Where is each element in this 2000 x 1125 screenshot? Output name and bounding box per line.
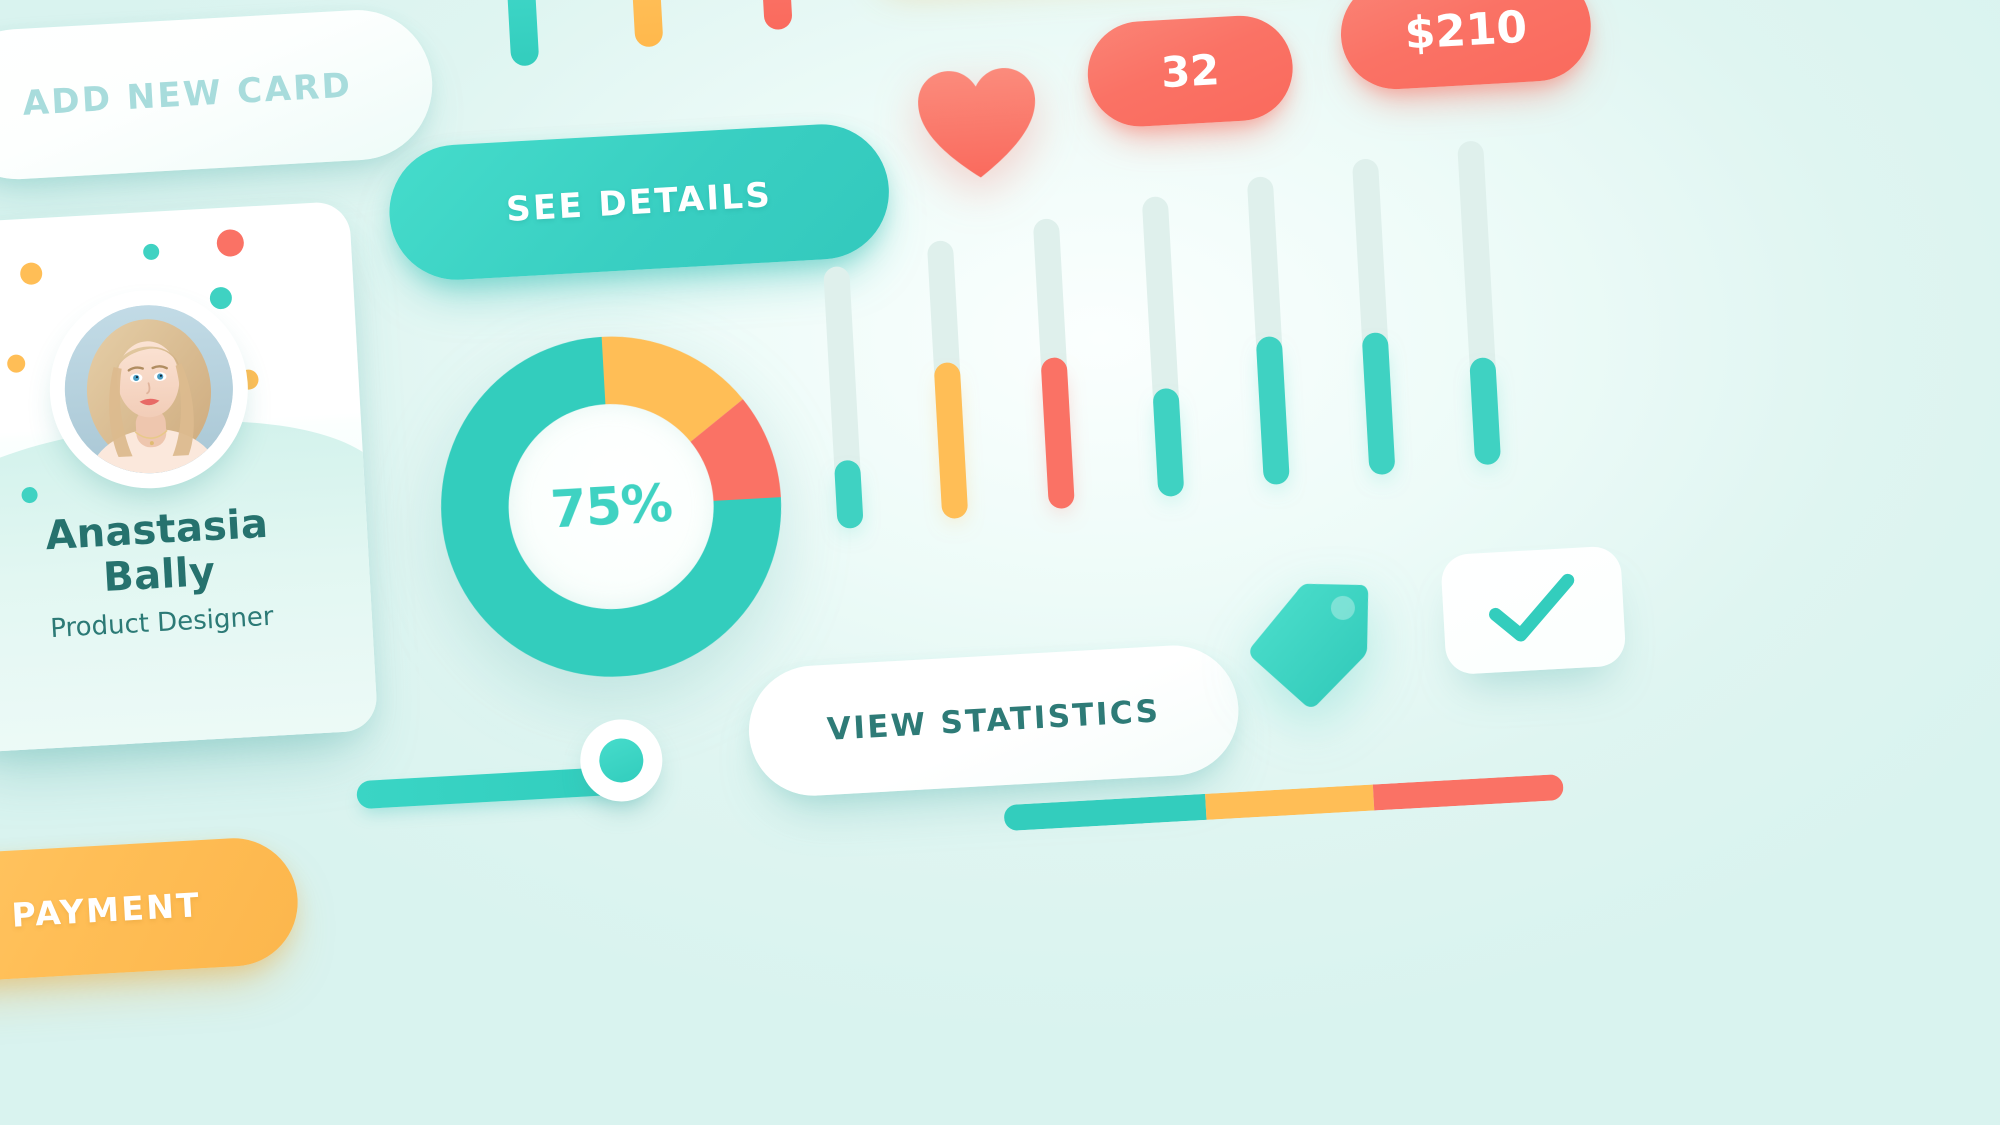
add-new-card-button[interactable]: ADD NEW CARD bbox=[0, 6, 437, 184]
vertical-slider-track[interactable] bbox=[1457, 140, 1502, 466]
vertical-slider-track[interactable] bbox=[1351, 158, 1396, 476]
donut-segment bbox=[689, 399, 781, 503]
vertical-slider-fill[interactable] bbox=[1152, 387, 1185, 498]
confetti-dot bbox=[209, 286, 233, 310]
vertical-slider-track[interactable] bbox=[1032, 218, 1075, 510]
top-bar-coral bbox=[756, 0, 793, 31]
price-badge[interactable]: $210 bbox=[1337, 0, 1594, 93]
view-statistics-button[interactable]: VIEW STATISTICS bbox=[745, 642, 1242, 800]
horizontal-slider-knob-dot bbox=[598, 737, 645, 784]
likes-badge[interactable]: 32 bbox=[1084, 12, 1296, 130]
confetti-dot bbox=[216, 228, 245, 258]
vertical-slider-track[interactable] bbox=[1246, 176, 1290, 486]
rotated-composition: ADD NEW CARD SEE DETAILS Anastasia Bally… bbox=[0, 0, 2000, 1125]
vertical-slider-fill[interactable] bbox=[933, 362, 969, 520]
bottom-progress-segment bbox=[1204, 784, 1374, 820]
tag-icon[interactable] bbox=[1241, 574, 1378, 711]
confetti-dot bbox=[19, 262, 43, 286]
see-details-button[interactable]: SEE DETAILS bbox=[385, 120, 893, 284]
vertical-slider-track[interactable] bbox=[823, 265, 864, 530]
accept-payment-label: CEPT PAYMENT bbox=[0, 884, 203, 941]
ui-kit-canvas: ADD NEW CARD SEE DETAILS Anastasia Bally… bbox=[0, 0, 2000, 1125]
bottom-progress-segment bbox=[1003, 793, 1207, 832]
top-bar-teal bbox=[503, 0, 540, 67]
add-new-card-label: ADD NEW CARD bbox=[21, 65, 354, 124]
vertical-slider-fill[interactable] bbox=[1469, 357, 1502, 466]
price-badge-label: $210 bbox=[1403, 1, 1529, 60]
vertical-slider-fill[interactable] bbox=[1361, 331, 1396, 476]
view-statistics-label: VIEW STATISTICS bbox=[826, 693, 1162, 748]
vertical-slider-track[interactable] bbox=[1141, 196, 1185, 498]
vertical-slider-track[interactable] bbox=[926, 240, 969, 520]
confetti-dot bbox=[142, 243, 160, 261]
profile-card[interactable]: Anastasia Bally Product Designer bbox=[0, 200, 379, 754]
bottom-progress-bar[interactable] bbox=[1003, 773, 1564, 832]
avatar-image bbox=[60, 300, 238, 478]
confetti-dots bbox=[0, 201, 349, 504]
check-card[interactable] bbox=[1440, 545, 1627, 676]
vertical-slider-fill[interactable] bbox=[1040, 357, 1075, 510]
likes-badge-label: 32 bbox=[1159, 45, 1221, 98]
check-icon bbox=[1489, 573, 1575, 642]
vertical-slider-fill[interactable] bbox=[833, 459, 864, 530]
top-bar-yellow bbox=[627, 0, 664, 48]
accept-payment-button[interactable]: CEPT PAYMENT bbox=[0, 834, 302, 991]
see-details-label: SEE DETAILS bbox=[505, 174, 774, 230]
vertical-slider-fill[interactable] bbox=[1255, 336, 1290, 486]
donut-chart[interactable]: 75% bbox=[432, 327, 790, 685]
heart-icon[interactable] bbox=[912, 62, 1043, 184]
confetti-dot bbox=[6, 354, 26, 374]
bottom-progress-segment bbox=[1372, 773, 1564, 811]
donut-center-label: 75% bbox=[548, 473, 674, 540]
